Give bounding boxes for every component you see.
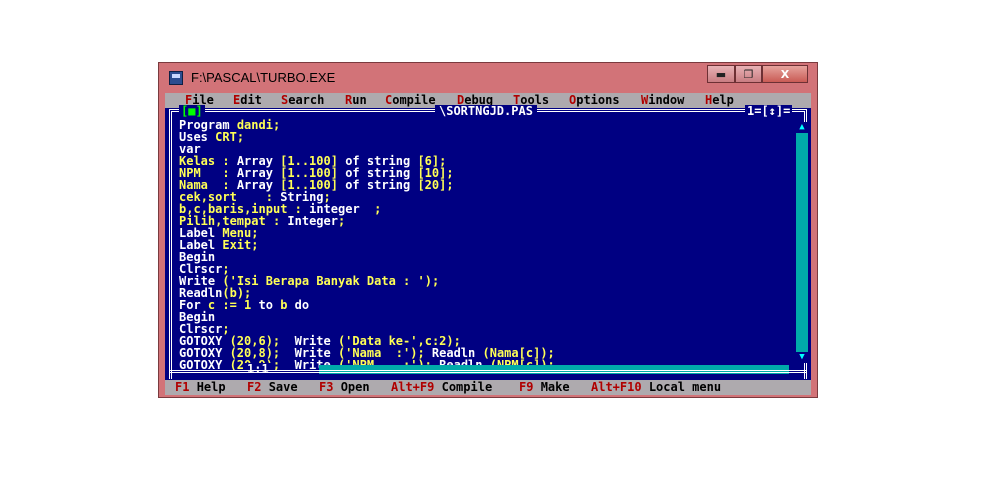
- title-bar[interactable]: F:\PASCAL\TURBO.EXE ▬ ❐ X: [159, 63, 817, 93]
- menu-run[interactable]: Run: [345, 93, 367, 108]
- code-line[interactable]: Uses CRT;: [179, 131, 555, 143]
- editor-close-box[interactable]: [■]: [179, 105, 205, 118]
- status-bar: F1 Help F2 Save F3 Open Alt+F9 Compile F…: [165, 380, 811, 395]
- status-make[interactable]: F9 Make: [519, 380, 570, 395]
- maximize-button[interactable]: ❐: [735, 65, 762, 83]
- editor-filename: \SORTNGJD.PAS: [435, 105, 537, 118]
- status-save[interactable]: F2 Save: [247, 380, 298, 395]
- code-line[interactable]: Begin: [179, 311, 555, 323]
- code-line[interactable]: For c := 1 to b do: [179, 299, 555, 311]
- scroll-down-icon[interactable]: ▼: [796, 352, 808, 363]
- status-help[interactable]: F1 Help: [175, 380, 226, 395]
- status-compile[interactable]: Alt+F9 Compile: [391, 380, 492, 395]
- editor-bottom-border: [169, 370, 807, 373]
- menu-window[interactable]: Window: [641, 93, 684, 108]
- window-title: F:\PASCAL\TURBO.EXE: [191, 70, 336, 85]
- menu-compile[interactable]: Compile: [385, 93, 436, 108]
- menu-options[interactable]: Options: [569, 93, 620, 108]
- dos-console: File Edit Search Run Compile Debug Tools…: [165, 93, 811, 395]
- minimize-button[interactable]: ▬: [707, 65, 735, 83]
- close-button[interactable]: X: [762, 65, 808, 83]
- menu-help[interactable]: Help: [705, 93, 734, 108]
- editor-window-number[interactable]: 1=[↕]=: [745, 105, 793, 118]
- app-icon[interactable]: [169, 71, 183, 85]
- menu-search[interactable]: Search: [281, 93, 324, 108]
- cursor-position: 1:1: [243, 363, 273, 375]
- horizontal-scroll-row: 1:1: [169, 363, 807, 375]
- status-open[interactable]: F3 Open: [319, 380, 370, 395]
- code-line[interactable]: Label Exit;: [179, 239, 555, 251]
- scroll-up-icon[interactable]: ▲: [796, 122, 808, 133]
- status-local-menu[interactable]: Alt+F10 Local menu: [591, 380, 721, 395]
- turbo-pascal-window: F:\PASCAL\TURBO.EXE ▬ ❐ X File Edit Sear…: [158, 62, 818, 398]
- menu-edit[interactable]: Edit: [233, 93, 262, 108]
- vertical-scrollbar[interactable]: ▲ ▼: [796, 122, 808, 363]
- code-editor[interactable]: Program dandi; Uses CRT; var Kelas : Array …: [179, 119, 555, 371]
- code-line[interactable]: Begin: [179, 251, 555, 263]
